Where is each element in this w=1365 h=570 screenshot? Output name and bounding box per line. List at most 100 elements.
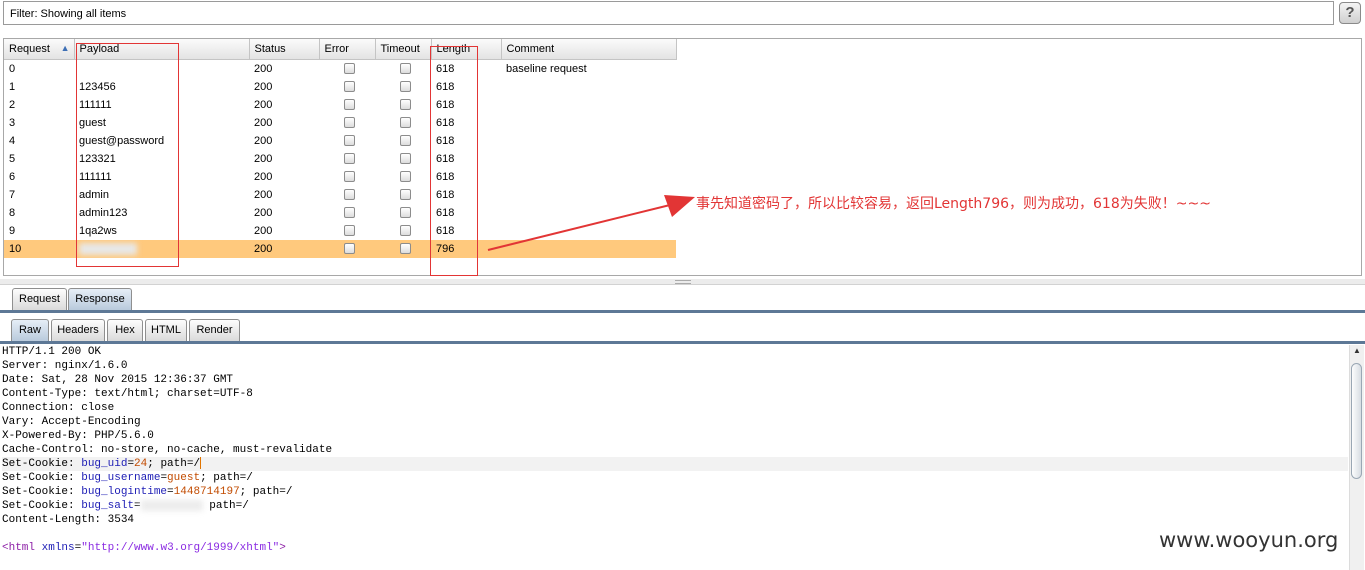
table-row[interactable]: 6 111111 200 618 (4, 168, 676, 186)
error-checkbox[interactable] (344, 117, 355, 129)
cell-payload: admin (79, 188, 109, 201)
timeout-checkbox[interactable] (400, 63, 411, 75)
cell-error (319, 204, 375, 222)
table-row[interactable]: 5 123321 200 618 (4, 150, 676, 168)
column-header-timeout[interactable]: Timeout (375, 39, 432, 60)
annotation-note: 事先知道密码了，所以比较容易，返回Length796，则为成功，618为失败！~… (696, 196, 1211, 212)
timeout-checkbox[interactable] (400, 189, 411, 201)
splitter-grip-icon (675, 280, 691, 284)
error-checkbox[interactable] (344, 243, 355, 255)
table-row[interactable]: 2 111111 200 618 (4, 96, 676, 114)
filter-bar[interactable]: Filter: Showing all items (3, 1, 1334, 25)
cell-timeout (375, 168, 431, 186)
cell-payload: guest (79, 116, 106, 129)
cell-error (319, 59, 375, 78)
cell-payload (74, 239, 249, 258)
tab-request[interactable]: Request (12, 288, 67, 310)
cell-request: 5 (9, 152, 16, 165)
timeout-checkbox[interactable] (400, 135, 411, 147)
cell-error (319, 186, 375, 204)
cell-timeout (375, 150, 431, 168)
table-row[interactable]: 1 123456 200 618 (4, 78, 676, 96)
error-checkbox[interactable] (344, 63, 355, 75)
table-row[interactable]: 3 guest 200 618 (4, 114, 676, 132)
tab-html[interactable]: HTML (145, 319, 187, 341)
cell-comment: baseline request (506, 62, 587, 75)
cell-error (319, 96, 375, 114)
cell-status: 200 (254, 98, 273, 111)
cell-comment (501, 168, 676, 186)
table-header: Request ▲ Payload Status Error Timeout Le… (4, 39, 677, 60)
cell-status: 200 (254, 206, 273, 219)
sort-ascending-icon: ▲ (60, 42, 70, 53)
cell-payload: 111111 (79, 98, 112, 111)
error-checkbox[interactable] (344, 225, 355, 237)
table-row[interactable]: 0 200 618 baseline request (4, 59, 676, 78)
cell-error (319, 114, 375, 132)
timeout-checkbox[interactable] (400, 99, 411, 111)
cell-timeout (375, 186, 431, 204)
tab-headers[interactable]: Headers (51, 319, 105, 341)
vertical-scrollbar[interactable]: ▲ (1349, 345, 1364, 570)
tab-response[interactable]: Response (68, 288, 132, 310)
cell-payload: admin123 (79, 206, 128, 219)
response-line: Date: Sat, 28 Nov 2015 12:36:37 GMT (2, 374, 234, 386)
response-line: Connection: close (2, 402, 115, 414)
column-header-status[interactable]: Status (249, 39, 320, 60)
column-header-error[interactable]: Error (319, 39, 376, 60)
cell-comment (501, 114, 676, 132)
html-line: <html xmlns="http://www.w3.org/1999/xhtm… (2, 542, 286, 554)
column-header-payload[interactable]: Payload (74, 39, 250, 60)
cell-request: 7 (9, 188, 16, 201)
table-row[interactable]: 4 guest@password 200 618 (4, 132, 676, 150)
cell-length: 618 (436, 98, 455, 111)
response-line: Content-Type: text/html; charset=UTF-8 (2, 388, 253, 400)
annotation-arrow-icon (487, 195, 695, 251)
cell-request: 4 (9, 134, 16, 147)
cell-request: 0 (9, 62, 16, 75)
error-checkbox[interactable] (344, 135, 355, 147)
column-header-request[interactable]: Request ▲ (4, 39, 75, 60)
error-checkbox[interactable] (344, 153, 355, 165)
filter-label: Filter: Showing all items (10, 8, 127, 20)
tab-raw[interactable]: Raw (11, 319, 49, 341)
timeout-checkbox[interactable] (400, 153, 411, 165)
tab-hex[interactable]: Hex (107, 319, 143, 341)
tab-render[interactable]: Render (189, 319, 240, 341)
cookie-line-salt: Set-Cookie: bug_salt= path=/ (2, 499, 249, 512)
timeout-checkbox[interactable] (400, 243, 411, 255)
column-header-length[interactable]: Length (431, 39, 502, 60)
cell-comment (501, 96, 676, 114)
scroll-thumb[interactable] (1351, 363, 1362, 479)
cell-request: 9 (9, 224, 16, 237)
timeout-checkbox[interactable] (400, 225, 411, 237)
scroll-up-icon[interactable]: ▲ (1350, 346, 1364, 358)
cell-payload: 111111 (79, 170, 112, 183)
cell-error (319, 168, 375, 186)
timeout-checkbox[interactable] (400, 117, 411, 129)
cell-timeout (375, 78, 431, 96)
cell-length: 618 (436, 62, 455, 75)
cell-error (319, 132, 375, 150)
cell-length: 618 (436, 80, 455, 93)
error-checkbox[interactable] (344, 189, 355, 201)
error-checkbox[interactable] (344, 81, 355, 93)
timeout-checkbox[interactable] (400, 207, 411, 219)
error-checkbox[interactable] (344, 171, 355, 183)
cell-request: 10 (4, 239, 74, 258)
timeout-checkbox[interactable] (400, 81, 411, 93)
error-checkbox[interactable] (344, 99, 355, 111)
column-header-comment[interactable]: Comment (501, 39, 677, 60)
cell-request: 6 (9, 170, 16, 183)
cell-timeout (375, 96, 431, 114)
error-checkbox[interactable] (344, 207, 355, 219)
raw-response-editor[interactable]: HTTP/1.1 200 OK Server: nginx/1.6.0 Date… (2, 345, 1348, 570)
redacted-salt (140, 499, 203, 511)
pane-splitter[interactable] (0, 279, 1365, 285)
help-button[interactable]: ? (1339, 2, 1361, 24)
timeout-checkbox[interactable] (400, 171, 411, 183)
response-line: Server: nginx/1.6.0 (2, 360, 128, 372)
text-caret (200, 457, 202, 470)
cookie-line-logintime: Set-Cookie: bug_logintime=1448714197; pa… (2, 486, 293, 498)
outer-tab-bar: Request Response (0, 287, 1365, 313)
